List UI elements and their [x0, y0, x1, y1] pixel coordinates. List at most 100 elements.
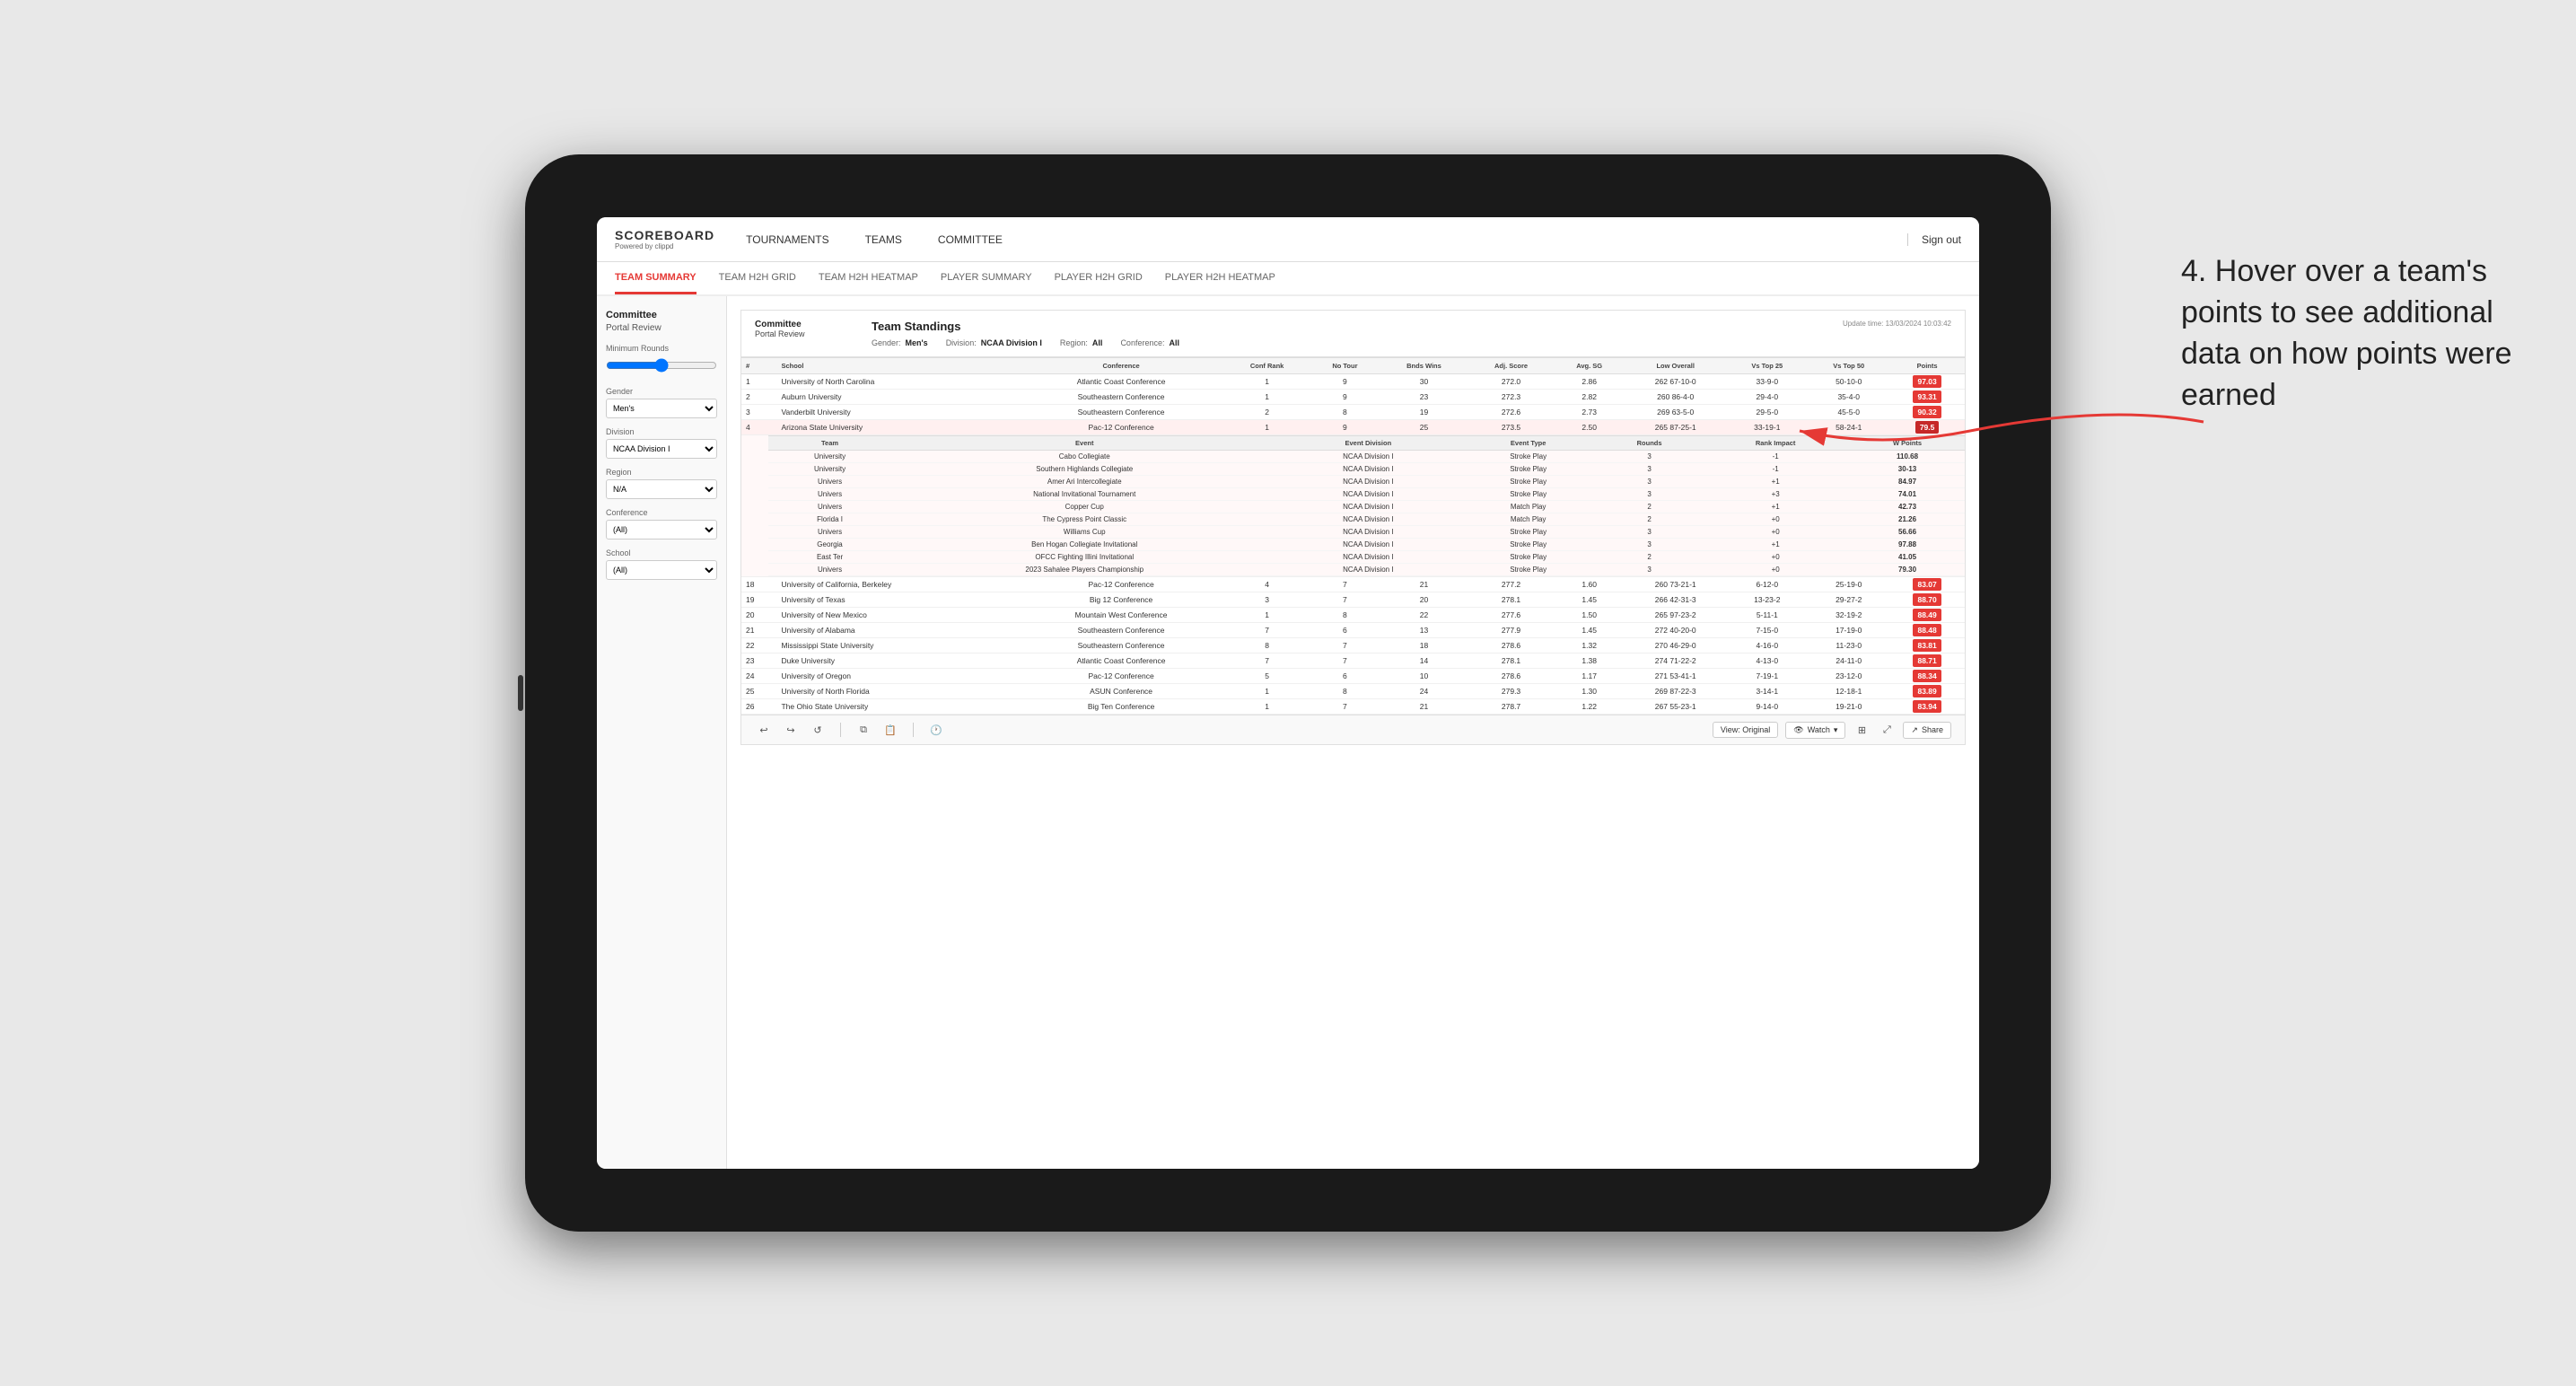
refresh-icon[interactable]: ↺ [809, 721, 827, 739]
conference-select[interactable]: (All) [606, 520, 717, 539]
tab-player-summary[interactable]: PLAYER SUMMARY [941, 263, 1032, 294]
col-school: School [776, 358, 1018, 374]
no-tour-cell: 7 [1310, 592, 1380, 608]
bnds-wins-cell: 23 [1380, 390, 1468, 405]
table-row: 21 University of Alabama Southeastern Co… [741, 623, 1965, 638]
vs-top50-cell: 50-10-0 [1808, 374, 1889, 390]
division-select[interactable]: NCAA Division I [606, 439, 717, 459]
conference-filter-value: All [1169, 338, 1179, 347]
tab-team-h2h-heatmap[interactable]: TEAM H2H HEATMAP [819, 263, 918, 294]
exp-team: Univers [768, 564, 891, 576]
exp-event-div: NCAA Division I [1277, 551, 1459, 564]
exp-rounds: 3 [1598, 451, 1701, 463]
points-cell[interactable]: 88.70 [1889, 592, 1965, 608]
points-cell[interactable]: 83.07 [1889, 577, 1965, 592]
col-points: Points [1889, 358, 1965, 374]
undo-icon[interactable]: ↩ [755, 721, 773, 739]
points-cell[interactable]: 88.48 [1889, 623, 1965, 638]
bnds-wins-cell: 21 [1380, 699, 1468, 715]
table-row: 24 University of Oregon Pac-12 Conferenc… [741, 669, 1965, 684]
rank-cell: 25 [741, 684, 776, 699]
division-label: Division [606, 427, 717, 436]
points-cell[interactable]: 83.81 [1889, 638, 1965, 654]
vs-top25-cell: 4-13-0 [1726, 654, 1808, 669]
rank-cell: 24 [741, 669, 776, 684]
conf-cell: Big 12 Conference [1019, 592, 1224, 608]
exp-col-rounds: Rounds [1598, 436, 1701, 451]
region-select[interactable]: N/A [606, 479, 717, 499]
exp-rank-impact: +0 [1701, 551, 1850, 564]
vs-top50-cell: 11-23-0 [1808, 638, 1889, 654]
bnds-wins-cell: 19 [1380, 405, 1468, 420]
sidebar-subtitle: Portal Review [606, 323, 717, 333]
expanded-table-row: Univers Williams Cup NCAA Division I Str… [768, 526, 1965, 539]
sign-out-button[interactable]: Sign out [1907, 233, 1961, 246]
exp-event-div: NCAA Division I [1277, 476, 1459, 488]
points-cell[interactable]: 88.71 [1889, 654, 1965, 669]
tab-team-h2h-grid[interactable]: TEAM H2H GRID [719, 263, 796, 294]
redo-icon[interactable]: ↪ [782, 721, 800, 739]
rank-cell: 2 [741, 390, 776, 405]
exp-w-points: 79.30 [1850, 564, 1965, 576]
nav-committee[interactable]: COMMITTEE [933, 233, 1007, 246]
watch-button[interactable]: 👁 Watch ▾ [1785, 722, 1845, 739]
exp-event-type: Stroke Play [1459, 539, 1598, 551]
low-overall-cell: 267 55-23-1 [1625, 699, 1726, 715]
points-cell[interactable]: 88.34 [1889, 669, 1965, 684]
points-cell[interactable]: 97.03 [1889, 374, 1965, 390]
min-rounds-slider[interactable] [606, 355, 717, 375]
expand-icon[interactable]: ⤢ [1878, 721, 1896, 739]
tab-player-h2h-heatmap[interactable]: PLAYER H2H HEATMAP [1165, 263, 1275, 294]
vs-top50-cell: 17-19-0 [1808, 623, 1889, 638]
logo: SCOREBOARD Powered by clippd [615, 228, 714, 250]
bnds-wins-cell: 10 [1380, 669, 1468, 684]
adj-score-cell: 272.6 [1468, 405, 1554, 420]
table-row: 25 University of North Florida ASUN Conf… [741, 684, 1965, 699]
low-overall-cell: 270 46-29-0 [1625, 638, 1726, 654]
exp-team: Univers [768, 488, 891, 501]
school-select[interactable]: (All) [606, 560, 717, 580]
division-filter: Division: NCAA Division I [946, 338, 1042, 347]
school-label: School [606, 548, 717, 557]
adj-score-cell: 278.6 [1468, 669, 1554, 684]
adj-score-cell: 278.7 [1468, 699, 1554, 715]
conf-rank-cell: 3 [1223, 592, 1310, 608]
expanded-table-row: Florida I The Cypress Point Classic NCAA… [768, 513, 1965, 526]
adj-score-cell: 272.3 [1468, 390, 1554, 405]
conf-rank-cell: 1 [1223, 390, 1310, 405]
vs-top50-cell: 24-11-0 [1808, 654, 1889, 669]
tab-player-h2h-grid[interactable]: PLAYER H2H GRID [1055, 263, 1143, 294]
copy-icon[interactable]: ⧉ [854, 721, 872, 739]
expanded-table-row: Univers Amer Ari Intercollegiate NCAA Di… [768, 476, 1965, 488]
view-original-button[interactable]: View: Original [1713, 722, 1778, 738]
share-icon: ↗ [1911, 725, 1918, 735]
points-cell[interactable]: 88.49 [1889, 608, 1965, 623]
exp-event-div: NCAA Division I [1277, 463, 1459, 476]
rank-cell: 21 [741, 623, 776, 638]
nav-tournaments[interactable]: TOURNAMENTS [741, 233, 833, 246]
adj-score-cell: 277.9 [1468, 623, 1554, 638]
low-overall-cell: 269 63-5-0 [1625, 405, 1726, 420]
exp-event: Williams Cup [891, 526, 1277, 539]
vs-top25-cell: 5-11-1 [1726, 608, 1808, 623]
no-tour-cell: 8 [1310, 608, 1380, 623]
region-filter: Region: All [1060, 338, 1103, 347]
exp-rounds: 3 [1598, 463, 1701, 476]
grid-icon[interactable]: ⊞ [1853, 721, 1871, 739]
points-cell[interactable]: 83.94 [1889, 699, 1965, 715]
exp-event-type: Stroke Play [1459, 564, 1598, 576]
tab-team-summary[interactable]: TEAM SUMMARY [615, 263, 697, 294]
report-title-area: Committee Portal Review [755, 320, 872, 347]
conference-filter-label: Conference: [1120, 338, 1164, 347]
expanded-table-row: Univers 2023 Sahalee Players Championshi… [768, 564, 1965, 576]
toolbar-right: View: Original 👁 Watch ▾ ⊞ ⤢ ↗ Share [1713, 721, 1951, 739]
gender-select[interactable]: Men's [606, 399, 717, 418]
points-cell[interactable]: 83.89 [1889, 684, 1965, 699]
school-cell: University of North Florida [776, 684, 1018, 699]
nav-teams[interactable]: TEAMS [861, 233, 907, 246]
adj-score-cell: 278.1 [1468, 592, 1554, 608]
paste-icon[interactable]: 📋 [881, 721, 899, 739]
bnds-wins-cell: 13 [1380, 623, 1468, 638]
clock-icon[interactable]: 🕐 [927, 721, 945, 739]
share-button[interactable]: ↗ Share [1903, 722, 1951, 739]
